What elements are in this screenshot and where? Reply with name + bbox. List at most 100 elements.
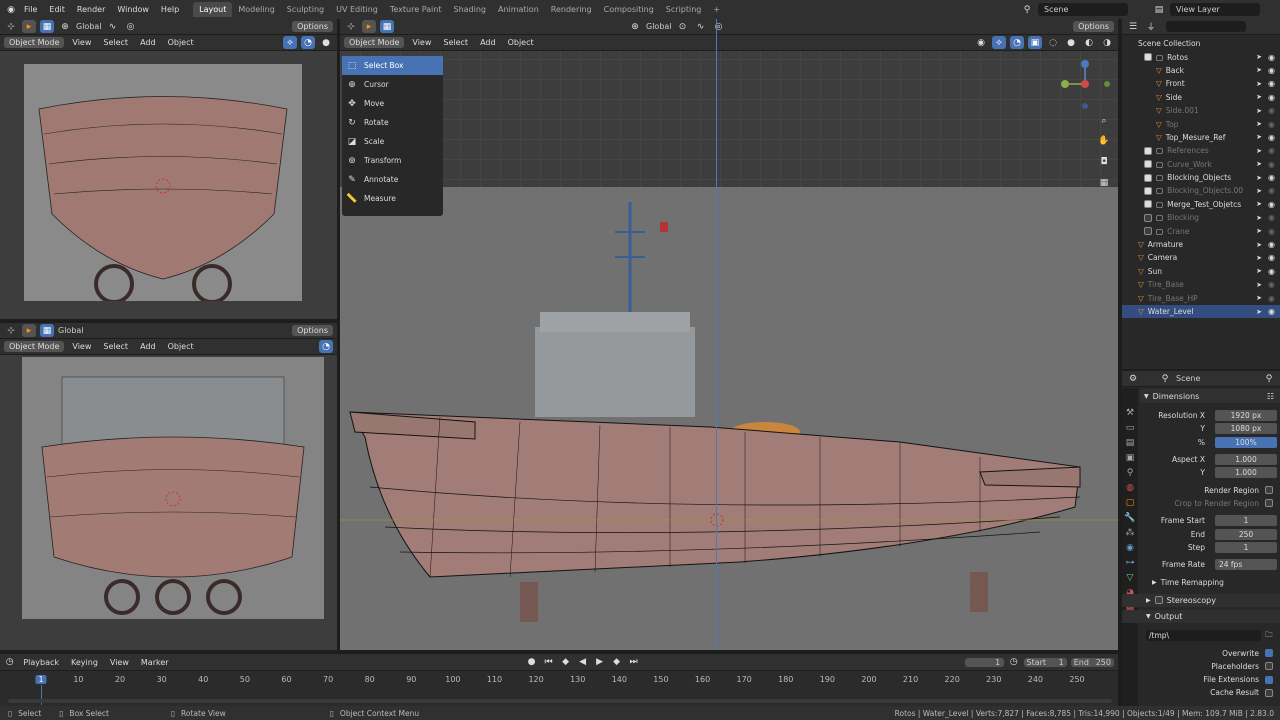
- dimensions-panel-header[interactable]: ▼ Dimensions ☷: [1140, 389, 1280, 403]
- orientation-dropdown[interactable]: Global: [58, 326, 84, 335]
- zoom-icon[interactable]: ⌕: [1097, 114, 1111, 127]
- view-menu[interactable]: View: [68, 342, 95, 351]
- blender-logo-icon[interactable]: ◉: [4, 3, 18, 16]
- tab-modeling[interactable]: Modeling: [232, 2, 280, 17]
- camera-view-icon[interactable]: ◘: [1097, 155, 1111, 168]
- visibility-eye-icon[interactable]: ◉: [1268, 160, 1275, 169]
- menu-help[interactable]: Help: [155, 5, 185, 14]
- overlay-icon[interactable]: ◔: [319, 340, 333, 353]
- transform-orientation-icon[interactable]: ⊕: [58, 20, 72, 33]
- view-menu[interactable]: View: [408, 38, 435, 47]
- end-frame-field[interactable]: End 250: [1070, 657, 1114, 667]
- select-menu[interactable]: Select: [99, 342, 132, 351]
- add-workspace-button[interactable]: +: [707, 2, 726, 17]
- visibility-eye-icon[interactable]: ◉: [1268, 294, 1275, 303]
- overlay-icon[interactable]: ◔: [1010, 36, 1024, 49]
- resolution-x-field[interactable]: 1920 px: [1215, 410, 1277, 422]
- outliner-item[interactable]: ▽ Side.001 ➤ ◉: [1122, 104, 1280, 117]
- placeholders-checkbox[interactable]: [1265, 662, 1273, 671]
- record-icon[interactable]: ●: [525, 656, 539, 669]
- collection-checkbox[interactable]: [1144, 146, 1152, 155]
- front-viewport[interactable]: ⊹ ▸ ▦ ⊕ Global ∿ ◎ Options Object Mode V…: [0, 19, 337, 319]
- crop-region-row[interactable]: Crop to Render Region: [1122, 497, 1280, 510]
- outliner-item[interactable]: ▽ Tire_Base ➤ ◉: [1122, 278, 1280, 291]
- selectable-icon[interactable]: ➤: [1256, 53, 1262, 61]
- object-menu[interactable]: Object: [504, 38, 538, 47]
- next-keyframe-icon[interactable]: ◆: [610, 656, 624, 669]
- add-menu[interactable]: Add: [136, 38, 160, 47]
- resolution-percent-field[interactable]: 100%: [1215, 436, 1277, 448]
- resolution-y-field[interactable]: 1080 px: [1215, 423, 1277, 435]
- overwrite-row[interactable]: Overwrite: [1122, 646, 1280, 659]
- selectable-icon[interactable]: ➤: [1256, 227, 1262, 235]
- mode-dropdown[interactable]: Object Mode: [4, 341, 65, 352]
- selectable-icon[interactable]: ➤: [1256, 200, 1262, 208]
- outliner-item[interactable]: ▢ Blocking_Objects.00 ➤ ◉: [1122, 184, 1280, 197]
- selectable-icon[interactable]: ➤: [1256, 267, 1262, 275]
- visibility-eye-icon[interactable]: ◉: [1268, 93, 1275, 102]
- scene-icon[interactable]: ⚲: [1020, 3, 1034, 16]
- output-panel[interactable]: ▼ Output: [1122, 609, 1280, 624]
- preview-range-icon[interactable]: ◷: [1008, 656, 1019, 669]
- outliner-item[interactable]: ▢ Curve_Work ➤ ◉: [1122, 158, 1280, 171]
- tab-animation[interactable]: Animation: [492, 2, 545, 17]
- overwrite-checkbox[interactable]: [1265, 649, 1273, 658]
- select-tool-icon[interactable]: ▸: [22, 20, 36, 33]
- view-layer-selector[interactable]: View Layer: [1170, 3, 1260, 16]
- transform-orientation-icon[interactable]: ⊕: [628, 20, 642, 33]
- collection-checkbox[interactable]: [1144, 53, 1152, 62]
- mode-dropdown[interactable]: Object Mode: [4, 37, 65, 48]
- play-icon[interactable]: ▶: [593, 656, 607, 669]
- list-icon[interactable]: ☷: [1267, 392, 1274, 401]
- tab-sculpting[interactable]: Sculpting: [281, 2, 330, 17]
- stereoscopy-checkbox[interactable]: [1154, 596, 1163, 605]
- visibility-eye-icon[interactable]: ◉: [1268, 106, 1275, 115]
- folder-icon[interactable]: 🗀: [1265, 629, 1273, 642]
- timeline-view-menu[interactable]: View: [106, 658, 133, 667]
- options-button[interactable]: Options: [1073, 21, 1114, 32]
- tool-cursor[interactable]: ⊕ Cursor: [342, 75, 443, 94]
- visibility-eye-icon[interactable]: ◉: [1268, 227, 1275, 236]
- selectable-icon[interactable]: ➤: [1256, 174, 1262, 182]
- visibility-eye-icon[interactable]: ◉: [1268, 66, 1275, 75]
- file-extensions-row[interactable]: File Extensions: [1122, 673, 1280, 686]
- selectable-icon[interactable]: ➤: [1256, 107, 1262, 115]
- tool-transform[interactable]: ⊛ Transform: [342, 151, 443, 170]
- current-frame-field[interactable]: 1: [964, 657, 1005, 667]
- aspect-x-field[interactable]: 1.000: [1215, 454, 1277, 466]
- tab-scripting[interactable]: Scripting: [660, 2, 708, 17]
- view-menu[interactable]: View: [68, 38, 95, 47]
- tool-scale[interactable]: ◪ Scale: [342, 132, 443, 151]
- menu-window[interactable]: Window: [111, 5, 155, 14]
- tool-annotate[interactable]: ✎ Annotate: [342, 170, 443, 189]
- frame-end-field[interactable]: 250: [1215, 528, 1277, 540]
- visibility-eye-icon[interactable]: ◉: [1268, 186, 1275, 195]
- output-path-input[interactable]: /tmp\: [1146, 630, 1261, 642]
- selectable-icon[interactable]: ➤: [1256, 308, 1262, 316]
- shading-rendered-icon[interactable]: ◑: [1100, 36, 1114, 49]
- filter-icon[interactable]: ⏚: [1144, 20, 1158, 33]
- frame-step-field[interactable]: 1: [1215, 541, 1277, 553]
- frame-rate-dropdown[interactable]: 24 fps: [1215, 559, 1277, 571]
- pan-hand-icon[interactable]: ✋: [1097, 134, 1111, 147]
- menu-render[interactable]: Render: [71, 5, 111, 14]
- file-extensions-checkbox[interactable]: [1265, 675, 1273, 684]
- visibility-eye-icon[interactable]: ◉: [1268, 79, 1275, 88]
- object-menu[interactable]: Object: [164, 342, 198, 351]
- editor-type-icon[interactable]: ⚙: [1126, 372, 1140, 385]
- select-mode-icon[interactable]: ▦: [380, 20, 394, 33]
- tab-shading[interactable]: Shading: [447, 2, 492, 17]
- select-tool-icon[interactable]: ▸: [362, 20, 376, 33]
- visibility-eye-icon[interactable]: ◉: [1268, 120, 1275, 129]
- selectable-icon[interactable]: ➤: [1256, 254, 1262, 262]
- selectable-icon[interactable]: ➤: [1256, 294, 1262, 302]
- collection-checkbox[interactable]: [1144, 213, 1152, 222]
- render-region-checkbox[interactable]: [1265, 486, 1273, 495]
- scene-collection-row[interactable]: Scene Collection: [1122, 37, 1280, 50]
- visibility-eye-icon[interactable]: ◉: [1268, 53, 1275, 62]
- tab-rendering[interactable]: Rendering: [545, 2, 598, 17]
- orientation-dropdown[interactable]: Global: [76, 22, 102, 31]
- tab-compositing[interactable]: Compositing: [598, 2, 660, 17]
- outliner-item[interactable]: ▢ Rotos ➤ ◉: [1122, 50, 1280, 63]
- marker-menu[interactable]: Marker: [137, 658, 173, 667]
